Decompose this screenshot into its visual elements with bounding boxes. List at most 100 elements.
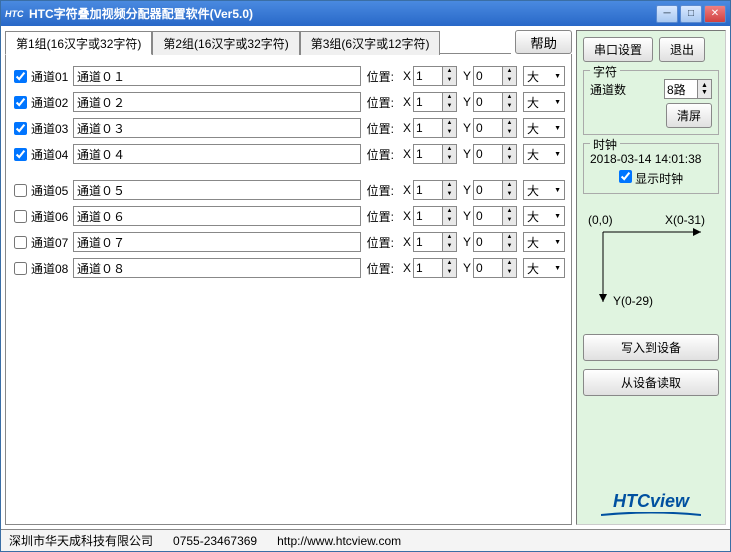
y-input[interactable] xyxy=(474,207,502,225)
up-arrow-icon[interactable]: ▲ xyxy=(502,259,516,268)
channel-name-input[interactable] xyxy=(73,92,361,112)
up-arrow-icon[interactable]: ▲ xyxy=(442,259,456,268)
channel-count-input[interactable] xyxy=(665,80,697,98)
channel-name-input[interactable] xyxy=(73,206,361,226)
size-select[interactable]: 大▼ xyxy=(523,118,565,138)
size-select[interactable]: 大▼ xyxy=(523,92,565,112)
dropdown-icon[interactable]: ▼ xyxy=(554,187,561,194)
x-input[interactable] xyxy=(414,145,442,163)
x-input[interactable] xyxy=(414,259,442,277)
serial-settings-button[interactable]: 串口设置 xyxy=(583,37,653,62)
y-input[interactable] xyxy=(474,67,502,85)
y-spinner[interactable]: ▲▼ xyxy=(473,118,517,138)
dropdown-icon[interactable]: ▼ xyxy=(554,265,561,272)
down-arrow-icon[interactable]: ▼ xyxy=(502,216,516,225)
dropdown-icon[interactable]: ▼ xyxy=(554,239,561,246)
dropdown-icon[interactable]: ▼ xyxy=(554,151,561,158)
tab-group1[interactable]: 第1组(16汉字或32字符) xyxy=(5,31,152,55)
down-arrow-icon[interactable]: ▼ xyxy=(502,128,516,137)
tab-group3[interactable]: 第3组(6汉字或12字符) xyxy=(300,31,441,55)
x-spinner[interactable]: ▲▼ xyxy=(413,258,457,278)
up-arrow-icon[interactable]: ▲ xyxy=(442,207,456,216)
dropdown-icon[interactable]: ▼ xyxy=(554,125,561,132)
x-spinner[interactable]: ▲▼ xyxy=(413,232,457,252)
write-device-button[interactable]: 写入到设备 xyxy=(583,334,719,361)
up-arrow-icon[interactable]: ▲ xyxy=(442,93,456,102)
y-input[interactable] xyxy=(474,119,502,137)
channel-name-input[interactable] xyxy=(73,144,361,164)
x-spinner[interactable]: ▲▼ xyxy=(413,118,457,138)
up-arrow-icon[interactable]: ▲ xyxy=(502,119,516,128)
close-button[interactable]: ✕ xyxy=(704,5,726,23)
down-arrow-icon[interactable]: ▼ xyxy=(442,216,456,225)
size-select[interactable]: 大▼ xyxy=(523,206,565,226)
y-spinner[interactable]: ▲▼ xyxy=(473,144,517,164)
up-arrow-icon[interactable]: ▲ xyxy=(502,145,516,154)
channel-name-input[interactable] xyxy=(73,232,361,252)
channel-count-dropdown-icon[interactable]: ▲▼ xyxy=(697,80,711,98)
up-arrow-icon[interactable]: ▲ xyxy=(502,181,516,190)
size-select[interactable]: 大▼ xyxy=(523,232,565,252)
channel-enable-checkbox[interactable] xyxy=(14,236,27,249)
x-input[interactable] xyxy=(414,233,442,251)
y-input[interactable] xyxy=(474,259,502,277)
up-arrow-icon[interactable]: ▲ xyxy=(442,67,456,76)
down-arrow-icon[interactable]: ▼ xyxy=(442,190,456,199)
down-arrow-icon[interactable]: ▼ xyxy=(502,76,516,85)
size-select[interactable]: 大▼ xyxy=(523,144,565,164)
up-arrow-icon[interactable]: ▲ xyxy=(502,67,516,76)
channel-enable-checkbox[interactable] xyxy=(14,184,27,197)
up-arrow-icon[interactable]: ▲ xyxy=(442,119,456,128)
y-input[interactable] xyxy=(474,145,502,163)
up-arrow-icon[interactable]: ▲ xyxy=(442,181,456,190)
up-arrow-icon[interactable]: ▲ xyxy=(442,233,456,242)
down-arrow-icon[interactable]: ▼ xyxy=(502,102,516,111)
y-spinner[interactable]: ▲▼ xyxy=(473,258,517,278)
maximize-button[interactable]: □ xyxy=(680,5,702,23)
down-arrow-icon[interactable]: ▼ xyxy=(442,242,456,251)
y-spinner[interactable]: ▲▼ xyxy=(473,206,517,226)
down-arrow-icon[interactable]: ▼ xyxy=(442,268,456,277)
x-input[interactable] xyxy=(414,67,442,85)
channel-name-input[interactable] xyxy=(73,66,361,86)
down-arrow-icon[interactable]: ▼ xyxy=(502,268,516,277)
up-arrow-icon[interactable]: ▲ xyxy=(442,145,456,154)
channel-count-combo[interactable]: ▲▼ xyxy=(664,79,712,99)
channel-enable-checkbox[interactable] xyxy=(14,96,27,109)
up-arrow-icon[interactable]: ▲ xyxy=(502,207,516,216)
down-arrow-icon[interactable]: ▼ xyxy=(502,190,516,199)
x-spinner[interactable]: ▲▼ xyxy=(413,66,457,86)
channel-name-input[interactable] xyxy=(73,180,361,200)
down-arrow-icon[interactable]: ▼ xyxy=(442,102,456,111)
channel-enable-checkbox[interactable] xyxy=(14,70,27,83)
x-input[interactable] xyxy=(414,207,442,225)
up-arrow-icon[interactable]: ▲ xyxy=(502,93,516,102)
up-arrow-icon[interactable]: ▲ xyxy=(502,233,516,242)
channel-enable-checkbox[interactable] xyxy=(14,262,27,275)
y-spinner[interactable]: ▲▼ xyxy=(473,180,517,200)
clear-screen-button[interactable]: 清屏 xyxy=(666,103,712,128)
show-clock-checkbox[interactable] xyxy=(619,170,632,183)
exit-button[interactable]: 退出 xyxy=(659,37,705,62)
y-input[interactable] xyxy=(474,93,502,111)
minimize-button[interactable]: ─ xyxy=(656,5,678,23)
size-select[interactable]: 大▼ xyxy=(523,180,565,200)
channel-enable-checkbox[interactable] xyxy=(14,148,27,161)
read-device-button[interactable]: 从设备读取 xyxy=(583,369,719,396)
x-spinner[interactable]: ▲▼ xyxy=(413,144,457,164)
down-arrow-icon[interactable]: ▼ xyxy=(502,154,516,163)
y-spinner[interactable]: ▲▼ xyxy=(473,92,517,112)
size-select[interactable]: 大▼ xyxy=(523,258,565,278)
down-arrow-icon[interactable]: ▼ xyxy=(442,154,456,163)
x-input[interactable] xyxy=(414,119,442,137)
down-arrow-icon[interactable]: ▼ xyxy=(502,242,516,251)
dropdown-icon[interactable]: ▼ xyxy=(554,99,561,106)
help-button[interactable]: 帮助 xyxy=(515,30,572,54)
tab-group2[interactable]: 第2组(16汉字或32字符) xyxy=(152,31,299,55)
dropdown-icon[interactable]: ▼ xyxy=(554,73,561,80)
dropdown-icon[interactable]: ▼ xyxy=(554,213,561,220)
size-select[interactable]: 大▼ xyxy=(523,66,565,86)
channel-enable-checkbox[interactable] xyxy=(14,210,27,223)
x-input[interactable] xyxy=(414,181,442,199)
x-spinner[interactable]: ▲▼ xyxy=(413,206,457,226)
